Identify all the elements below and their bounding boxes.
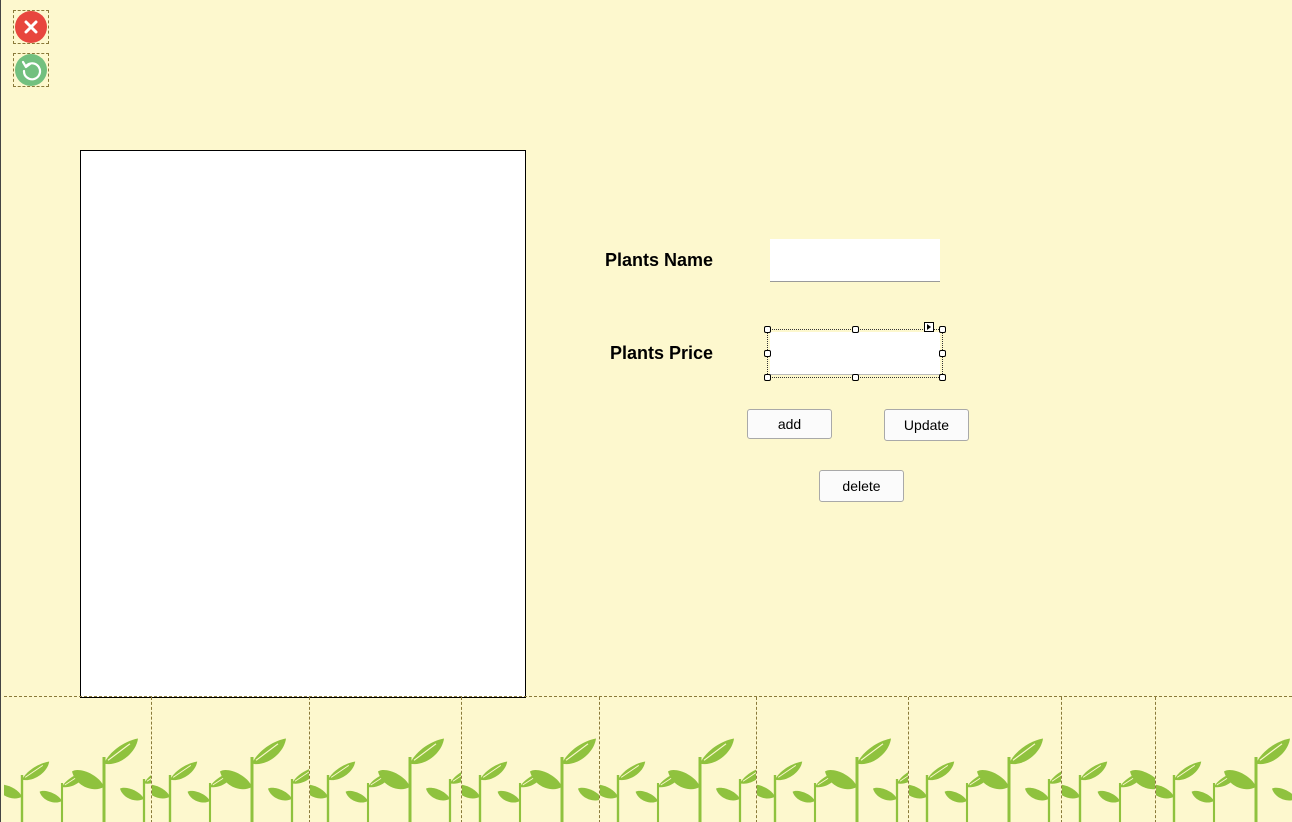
plants-price-input[interactable] xyxy=(770,332,940,375)
resize-handle[interactable] xyxy=(852,326,859,333)
smart-tag-button[interactable] xyxy=(924,322,934,332)
sprout-tile xyxy=(462,697,600,822)
sprout-tile xyxy=(4,697,152,822)
sprout-tile xyxy=(600,697,757,822)
resize-handle[interactable] xyxy=(939,350,946,357)
sprout-footer xyxy=(4,696,1292,822)
close-button[interactable] xyxy=(13,10,49,44)
refresh-icon xyxy=(15,54,47,86)
sprout-tile xyxy=(152,697,310,822)
refresh-button[interactable] xyxy=(13,53,49,87)
plants-price-label: Plants Price xyxy=(609,343,713,363)
sprout-icon xyxy=(4,738,151,822)
resize-handle[interactable] xyxy=(764,350,771,357)
sprout-icon xyxy=(310,738,461,822)
sprout-tile xyxy=(1062,697,1156,822)
resize-handle[interactable] xyxy=(939,374,946,381)
sprout-icon xyxy=(757,738,908,822)
plants-grid[interactable] xyxy=(80,150,526,698)
sprout-icon xyxy=(462,738,599,822)
plants-name-input[interactable] xyxy=(770,239,940,282)
sprout-icon xyxy=(1156,738,1292,822)
update-button[interactable]: Update xyxy=(884,409,969,441)
sprout-icon xyxy=(152,738,309,822)
window-edge xyxy=(0,0,1,822)
resize-handle[interactable] xyxy=(764,374,771,381)
resize-handle[interactable] xyxy=(939,326,946,333)
close-icon xyxy=(15,11,47,43)
resize-handle[interactable] xyxy=(764,326,771,333)
sprout-icon xyxy=(600,738,756,822)
sprout-tile xyxy=(757,697,909,822)
sprout-tile xyxy=(909,697,1062,822)
sprout-icon xyxy=(1062,761,1155,822)
sprout-tile xyxy=(310,697,462,822)
resize-handle[interactable] xyxy=(852,374,859,381)
play-arrow-icon xyxy=(927,324,931,330)
sprout-icon xyxy=(909,738,1061,822)
delete-button[interactable]: delete xyxy=(819,470,904,502)
add-button[interactable]: add xyxy=(747,409,832,439)
plants-name-label: Plants Name xyxy=(604,250,713,270)
sprout-tile xyxy=(1156,697,1292,822)
